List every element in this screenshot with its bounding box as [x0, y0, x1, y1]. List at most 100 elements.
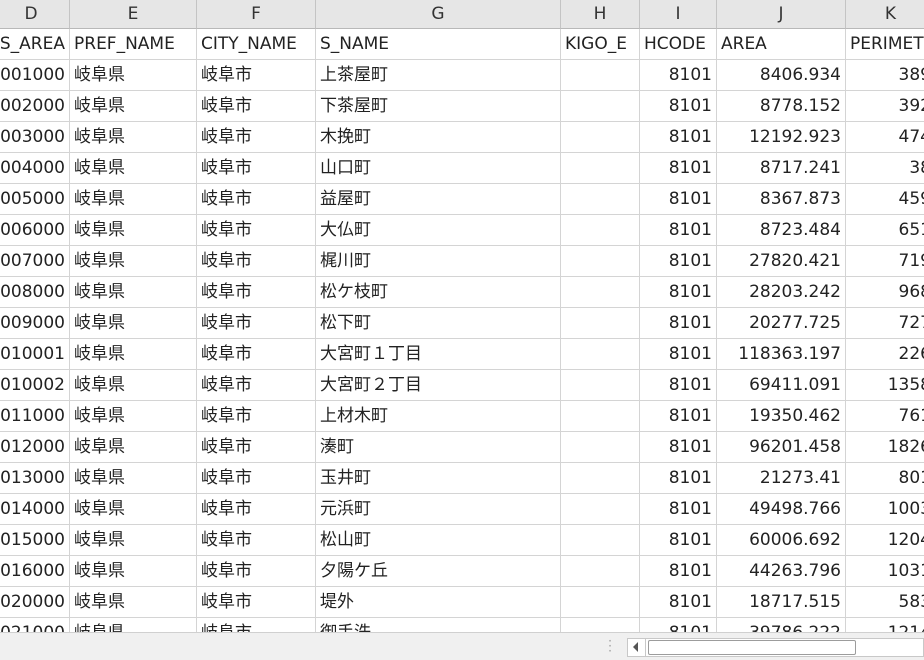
table-cell[interactable]: 1214: [846, 618, 924, 632]
table-cell[interactable]: [561, 587, 640, 618]
table-cell[interactable]: 8101: [640, 587, 717, 618]
table-cell[interactable]: 大宮町１丁目: [316, 339, 561, 370]
table-cell[interactable]: 岐阜市: [197, 339, 316, 370]
field-header-cell[interactable]: HCODE: [640, 29, 717, 60]
table-cell[interactable]: 岐阜市: [197, 494, 316, 525]
table-cell[interactable]: 岐阜市: [197, 153, 316, 184]
table-cell[interactable]: 474: [846, 122, 924, 153]
scroll-left-arrow-icon[interactable]: [628, 639, 646, 656]
table-cell[interactable]: 8101: [640, 432, 717, 463]
table-cell[interactable]: 19350.462: [717, 401, 846, 432]
table-cell[interactable]: 8101: [640, 618, 717, 632]
table-cell[interactable]: 岐阜県: [70, 463, 197, 494]
table-cell[interactable]: [561, 308, 640, 339]
table-cell[interactable]: 岐阜市: [197, 184, 316, 215]
table-cell[interactable]: [561, 184, 640, 215]
table-cell[interactable]: 岐阜県: [70, 277, 197, 308]
table-cell[interactable]: 岐阜県: [70, 494, 197, 525]
table-cell[interactable]: 727: [846, 308, 924, 339]
table-cell[interactable]: 801: [846, 463, 924, 494]
table-cell[interactable]: 44263.796: [717, 556, 846, 587]
table-cell[interactable]: 006000: [0, 215, 70, 246]
table-cell[interactable]: 8101: [640, 525, 717, 556]
table-cell[interactable]: 39786.222: [717, 618, 846, 632]
table-cell[interactable]: [561, 494, 640, 525]
table-cell[interactable]: 8406.934: [717, 60, 846, 91]
table-cell[interactable]: 岐阜市: [197, 556, 316, 587]
table-cell[interactable]: 岐阜県: [70, 60, 197, 91]
splitter-grip-icon[interactable]: · · ·: [607, 635, 613, 657]
table-cell[interactable]: 岐阜県: [70, 153, 197, 184]
field-header-cell[interactable]: PREF_NAME: [70, 29, 197, 60]
table-cell[interactable]: 8101: [640, 91, 717, 122]
table-cell[interactable]: 013000: [0, 463, 70, 494]
table-cell[interactable]: 007000: [0, 246, 70, 277]
table-cell[interactable]: 28203.242: [717, 277, 846, 308]
table-cell[interactable]: 岐阜市: [197, 246, 316, 277]
table-cell[interactable]: 堤外: [316, 587, 561, 618]
table-cell[interactable]: 18717.515: [717, 587, 846, 618]
table-cell[interactable]: 岐阜県: [70, 432, 197, 463]
field-header-cell[interactable]: AREA: [717, 29, 846, 60]
table-cell[interactable]: 木挽町: [316, 122, 561, 153]
table-cell[interactable]: 020000: [0, 587, 70, 618]
column-header-K[interactable]: K: [846, 0, 924, 29]
table-cell[interactable]: 梶川町: [316, 246, 561, 277]
table-cell[interactable]: [561, 463, 640, 494]
table-cell[interactable]: 岐阜市: [197, 587, 316, 618]
table-cell[interactable]: 益屋町: [316, 184, 561, 215]
table-cell[interactable]: 下茶屋町: [316, 91, 561, 122]
table-cell[interactable]: 8101: [640, 153, 717, 184]
table-cell[interactable]: 012000: [0, 432, 70, 463]
table-cell[interactable]: 岐阜県: [70, 587, 197, 618]
table-cell[interactable]: 上茶屋町: [316, 60, 561, 91]
table-cell[interactable]: 岐阜県: [70, 401, 197, 432]
table-cell[interactable]: 20277.725: [717, 308, 846, 339]
table-cell[interactable]: 岐阜県: [70, 184, 197, 215]
table-cell[interactable]: 松山町: [316, 525, 561, 556]
table-cell[interactable]: 651: [846, 215, 924, 246]
table-cell[interactable]: 岐阜県: [70, 370, 197, 401]
table-cell[interactable]: 1358: [846, 370, 924, 401]
table-cell[interactable]: 011000: [0, 401, 70, 432]
table-cell[interactable]: 761: [846, 401, 924, 432]
column-header-H[interactable]: H: [561, 0, 640, 29]
field-header-cell[interactable]: KIGO_E: [561, 29, 640, 60]
table-cell[interactable]: 岐阜市: [197, 60, 316, 91]
table-cell[interactable]: 8101: [640, 494, 717, 525]
table-cell[interactable]: 岐阜県: [70, 525, 197, 556]
table-cell[interactable]: 岐阜県: [70, 556, 197, 587]
table-cell[interactable]: [561, 215, 640, 246]
table-cell[interactable]: 岐阜県: [70, 618, 197, 632]
table-cell[interactable]: 96201.458: [717, 432, 846, 463]
table-cell[interactable]: 008000: [0, 277, 70, 308]
column-header-I[interactable]: I: [640, 0, 717, 29]
column-header-E[interactable]: E: [70, 0, 197, 29]
table-cell[interactable]: 015000: [0, 525, 70, 556]
table-cell[interactable]: 8101: [640, 308, 717, 339]
table-cell[interactable]: [561, 277, 640, 308]
table-cell[interactable]: 岐阜県: [70, 122, 197, 153]
table-cell[interactable]: 21273.41: [717, 463, 846, 494]
table-cell[interactable]: 御手洗: [316, 618, 561, 632]
table-cell[interactable]: [561, 122, 640, 153]
table-cell[interactable]: 001000: [0, 60, 70, 91]
table-cell[interactable]: 岐阜県: [70, 215, 197, 246]
table-cell[interactable]: 1826: [846, 432, 924, 463]
table-cell[interactable]: 8101: [640, 122, 717, 153]
table-cell[interactable]: 009000: [0, 308, 70, 339]
table-cell[interactable]: 岐阜市: [197, 618, 316, 632]
table-cell[interactable]: 大仏町: [316, 215, 561, 246]
field-header-cell[interactable]: PERIMETER: [846, 29, 924, 60]
table-cell[interactable]: 226: [846, 339, 924, 370]
table-cell[interactable]: 38: [846, 153, 924, 184]
table-cell[interactable]: [561, 370, 640, 401]
table-cell[interactable]: 岐阜県: [70, 339, 197, 370]
table-cell[interactable]: 459: [846, 184, 924, 215]
table-cell[interactable]: 松下町: [316, 308, 561, 339]
table-cell[interactable]: 010002: [0, 370, 70, 401]
table-cell[interactable]: 上材木町: [316, 401, 561, 432]
table-cell[interactable]: 8101: [640, 370, 717, 401]
horizontal-scrollbar[interactable]: [627, 638, 924, 657]
table-cell[interactable]: 8101: [640, 401, 717, 432]
